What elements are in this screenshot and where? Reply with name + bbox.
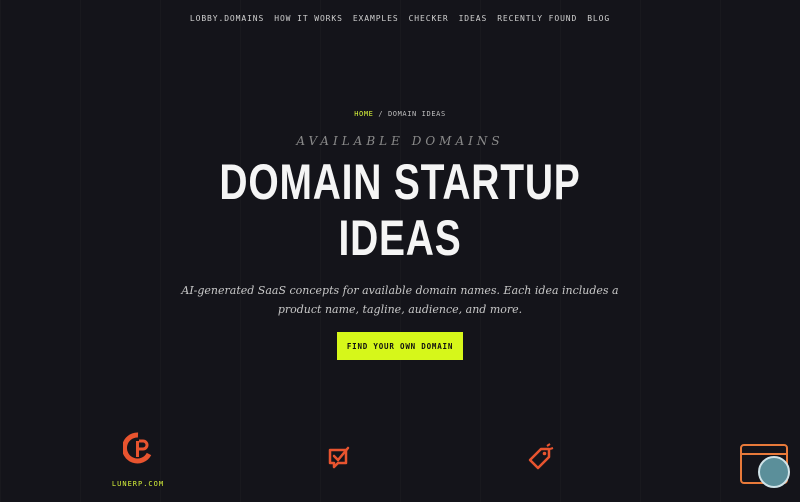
nav-checker[interactable]: CHECKER [409, 14, 449, 23]
nav-examples[interactable]: EXAMPLES [353, 14, 399, 23]
nav-lobby-domains[interactable]: LOBBY.DOMAINS [190, 14, 264, 23]
breadcrumb-home[interactable]: HOME [354, 110, 373, 118]
idea-card-domain: LUNERP.COM [111, 480, 165, 488]
terminal-title-bar [742, 446, 786, 455]
idea-card[interactable] [460, 440, 620, 502]
p-logo-icon [58, 430, 218, 466]
find-domain-button[interactable]: FIND YOUR OWN DOMAIN [337, 332, 463, 360]
idea-card[interactable]: LUNERP.COM [58, 430, 218, 488]
checkbox-message-icon [260, 440, 420, 476]
page-title-line2: IDEAS [338, 210, 462, 266]
page-title-line1: DOMAIN STARTUP [219, 154, 581, 210]
chat-widget-button[interactable] [758, 456, 790, 488]
idea-card[interactable] [260, 440, 420, 502]
tag-icon [460, 440, 620, 476]
breadcrumb-current: DOMAIN IDEAS [387, 110, 446, 118]
breadcrumb: HOME / DOMAIN IDEAS [0, 110, 800, 118]
nav-how-it-works[interactable]: HOW IT WORKS [274, 14, 343, 23]
breadcrumb-separator: / [378, 110, 384, 118]
hero-subtitle: AI-generated SaaS concepts for available… [181, 284, 619, 316]
nav-blog[interactable]: BLOG [587, 14, 610, 23]
nav-recently-found[interactable]: RECENTLY FOUND [497, 14, 577, 23]
page-title: DOMAIN STARTUP IDEAS [88, 154, 712, 266]
top-nav: LOBBY.DOMAINS HOW IT WORKS EXAMPLES CHEC… [0, 14, 800, 23]
nav-ideas[interactable]: IDEAS [459, 14, 488, 23]
hero-eyebrow: AVAILABLE DOMAINS [296, 134, 504, 148]
